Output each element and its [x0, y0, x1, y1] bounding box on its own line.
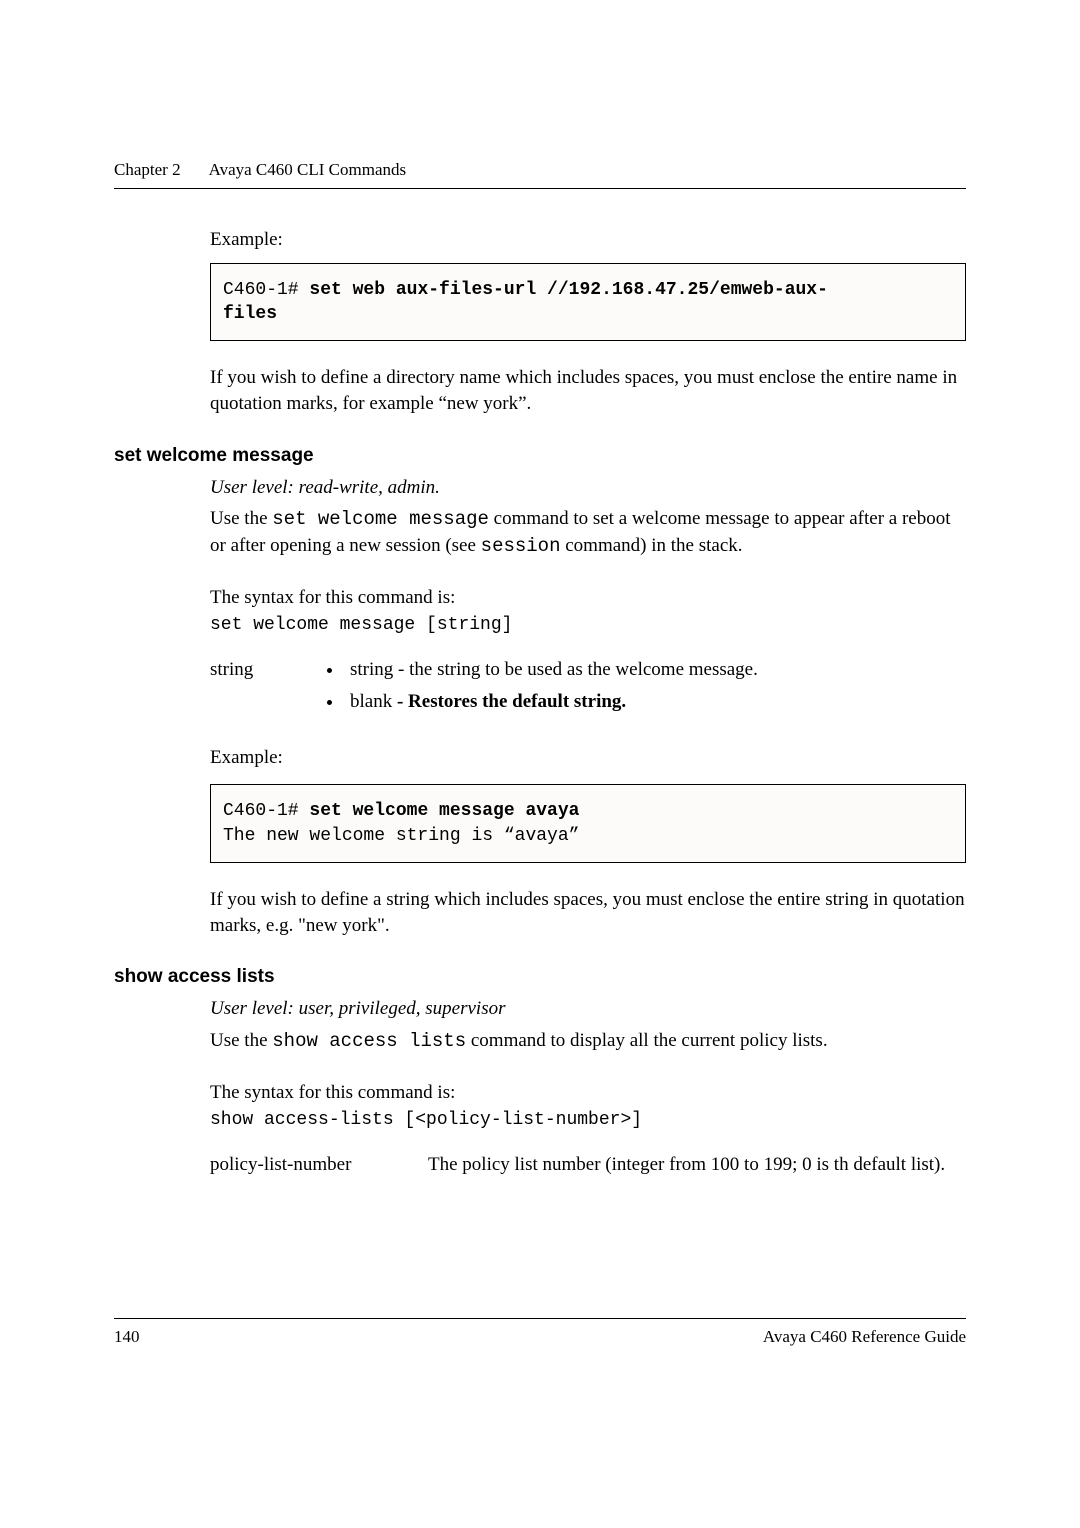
chapter-title: Avaya C460 CLI Commands	[209, 160, 407, 180]
desc-c: command) in the stack.	[561, 535, 743, 556]
code-cmd: set welcome message avaya	[309, 801, 579, 821]
desc-code1: show access lists	[272, 1030, 466, 1052]
bullet2-b: - Restores the default string.	[392, 691, 626, 712]
code-prompt: C460-1#	[223, 801, 309, 821]
code-prompt: C460-1#	[223, 280, 309, 300]
desc-b: command to display all the current polic…	[466, 1030, 827, 1051]
desc-paragraph: Use the set welcome message command to s…	[210, 506, 966, 559]
syntax-label: The syntax for this command is:	[210, 585, 966, 611]
doc-title: Avaya C460 Reference Guide	[763, 1327, 966, 1347]
code-cmd-line2: files	[223, 304, 277, 324]
bullet2-a: blank	[350, 691, 392, 712]
section-access: User level: user, privileged, supervisor…	[210, 996, 966, 1178]
syntax-code: show access-lists [<policy-list-number>]	[210, 1108, 966, 1132]
page: Chapter 2 Avaya C460 CLI Commands Exampl…	[0, 0, 1080, 1437]
code-box: C460-1# set web aux-files-url //192.168.…	[210, 263, 966, 342]
param-row: string string - the string to be used as…	[210, 657, 966, 720]
desc-a: Use the	[210, 508, 272, 529]
section-continuation: Example: C460-1# set web aux-files-url /…	[210, 227, 966, 417]
chapter-label: Chapter 2	[114, 160, 181, 180]
code-cmd-line1: set web aux-files-url //192.168.47.25/em…	[309, 280, 827, 300]
param-desc: string - the string to be used as the we…	[326, 657, 966, 720]
param-row: policy-list-number The policy list numbe…	[210, 1152, 966, 1178]
example-label: Example:	[210, 745, 966, 771]
bullet-2: blank - Restores the default string.	[344, 689, 966, 715]
code-box: C460-1# set welcome message avaya The ne…	[210, 784, 966, 863]
running-header: Chapter 2 Avaya C460 CLI Commands	[114, 160, 966, 189]
user-level: User level: read-write, admin.	[210, 475, 966, 501]
user-level: User level: user, privileged, supervisor	[210, 996, 966, 1022]
note-text: If you wish to define a directory name w…	[210, 365, 966, 416]
running-footer: 140 Avaya C460 Reference Guide	[114, 1318, 966, 1347]
syntax-label: The syntax for this command is:	[210, 1080, 966, 1106]
section-heading-welcome: set welcome message	[114, 445, 966, 467]
example-label: Example:	[210, 227, 966, 253]
note-text: If you wish to define a string which inc…	[210, 887, 966, 938]
section-welcome: User level: read-write, admin. Use the s…	[210, 475, 966, 939]
bullet-1: string - the string to be used as the we…	[344, 657, 966, 683]
param-desc: The policy list number (integer from 100…	[428, 1152, 966, 1178]
page-number: 140	[114, 1327, 140, 1347]
param-name: policy-list-number	[210, 1152, 428, 1178]
param-name: string	[210, 657, 326, 720]
desc-code2: session	[481, 535, 561, 557]
desc-code1: set welcome message	[272, 508, 489, 530]
section-heading-access: show access lists	[114, 966, 966, 988]
desc-a: Use the	[210, 1030, 272, 1051]
code-output: The new welcome string is “avaya”	[223, 826, 579, 846]
syntax-code: set welcome message [string]	[210, 613, 966, 637]
desc-paragraph: Use the show access lists command to dis…	[210, 1028, 966, 1055]
